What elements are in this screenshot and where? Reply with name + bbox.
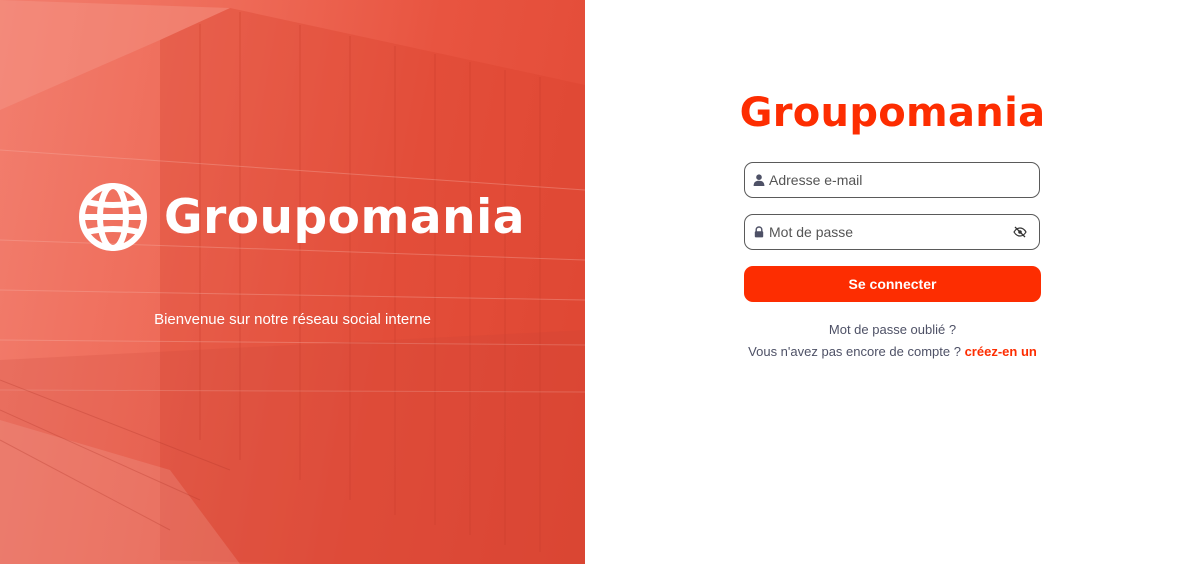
hero-panel: Groupomania Bienvenue sur notre réseau s… (0, 0, 585, 564)
hero-brand: Groupomania (78, 182, 525, 252)
login-brand-title: Groupomania (739, 90, 1046, 136)
password-field[interactable] (744, 214, 1040, 250)
login-page: Groupomania Bienvenue sur notre réseau s… (0, 0, 1200, 564)
hero-building-image (0, 0, 585, 564)
login-panel: Groupomania Adresse e-mail Se connecter … (585, 0, 1200, 564)
signup-prompt: Vous n'avez pas encore de compte ? (748, 344, 961, 359)
hero-brand-name: Groupomania (164, 189, 525, 245)
signup-link[interactable]: créez-en un (965, 344, 1037, 359)
email-input[interactable] (769, 165, 1039, 195)
hero-tagline: Bienvenue sur notre réseau social intern… (154, 311, 431, 328)
signup-line: Vous n'avez pas encore de compte ? créez… (585, 344, 1200, 359)
forgot-password-link[interactable]: Mot de passe oublié ? (585, 322, 1200, 337)
login-button[interactable]: Se connecter (744, 266, 1041, 302)
globe-icon (79, 183, 147, 251)
lock-icon (754, 226, 764, 238)
email-field[interactable] (744, 162, 1040, 198)
user-icon (753, 174, 765, 186)
eye-slash-icon[interactable] (1013, 225, 1027, 239)
password-input[interactable] (769, 217, 1013, 247)
